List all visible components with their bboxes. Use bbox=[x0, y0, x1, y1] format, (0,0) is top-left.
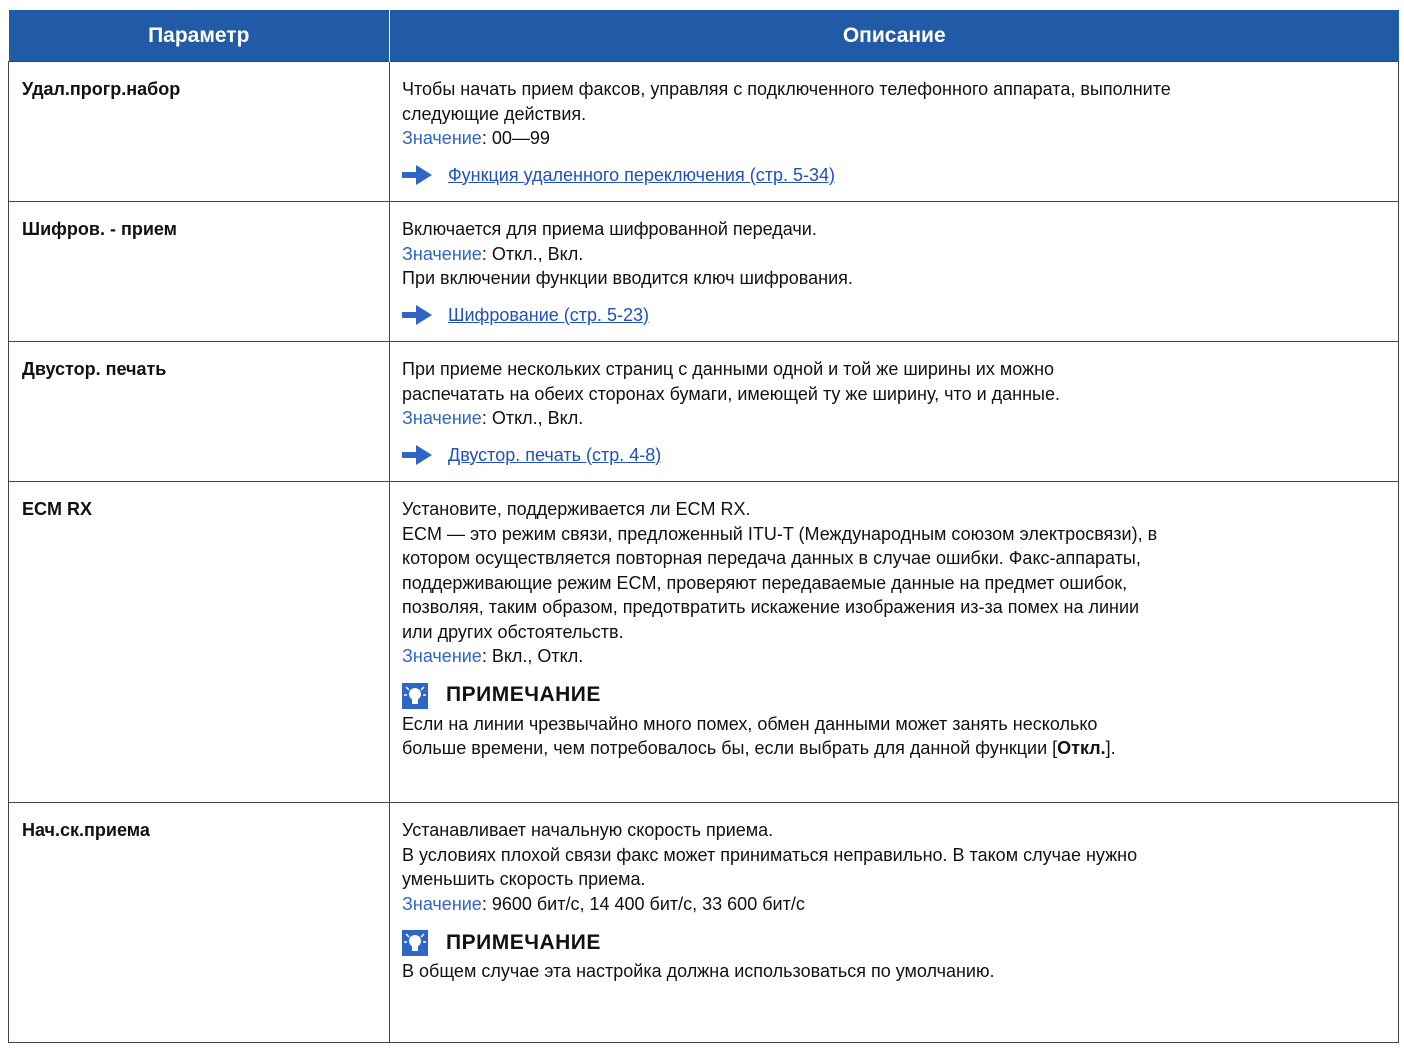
description-line: позволяя, таким образом, предотвратить и… bbox=[402, 597, 1140, 617]
description-line: Включается для приема шифрованной переда… bbox=[402, 219, 817, 239]
reference-link[interactable]: Двустор. печать (стр. 4-8) bbox=[448, 443, 661, 468]
header-description: Описание bbox=[389, 10, 1399, 62]
note-text: больше времени, чем потребовалось бы, ес… bbox=[402, 738, 1058, 758]
lightbulb-note-icon bbox=[402, 930, 428, 956]
description-line: котором осуществляется повторная передач… bbox=[402, 548, 1141, 568]
param-description: Устанавливает начальную скорость приема.… bbox=[389, 802, 1399, 1043]
value-line: Значение: Откл., Вкл. bbox=[402, 406, 1390, 431]
param-name: Шифров. - прием bbox=[8, 201, 390, 342]
description-line: Устанавливает начальную скорость приема. bbox=[402, 820, 774, 840]
value-label: Значение bbox=[402, 243, 482, 264]
value-label: Значение bbox=[402, 128, 482, 148]
value-text: : Вкл., Откл. bbox=[481, 646, 584, 666]
table-row: Двустор. печать При приеме нескольких ст… bbox=[8, 341, 1399, 482]
note-body: В общем случае эта настройка должна испо… bbox=[402, 959, 1390, 984]
note-line: Если на линии чрезвычайно много помех, о… bbox=[402, 713, 1098, 734]
header-parameter: Параметр bbox=[8, 10, 390, 62]
description-line: Установите, поддерживается ли ECM RX. bbox=[402, 499, 751, 519]
description-line: распечатать на обеих сторонах бумаги, им… bbox=[402, 383, 1060, 404]
arrow-right-icon bbox=[402, 164, 432, 185]
reference-link[interactable]: Шифрование (стр. 5-23) bbox=[448, 303, 649, 328]
reference-row: Функция удаленного переключения (стр. 5-… bbox=[402, 163, 1390, 188]
description-line: Чтобы начать прием факсов, управляя с по… bbox=[402, 79, 1171, 99]
note-bold-text: Откл. bbox=[1057, 738, 1106, 758]
value-label: Значение bbox=[402, 893, 482, 914]
arrow-right-icon bbox=[402, 304, 432, 325]
param-name: Удал.прогр.набор bbox=[8, 61, 390, 202]
value-line: Значение: 00—99 bbox=[402, 126, 1390, 151]
description-line: В условиях плохой связи факс может прини… bbox=[402, 844, 1138, 865]
description-line: следующие действия. bbox=[402, 103, 587, 124]
description-line: уменьшить скорость приема. bbox=[402, 869, 646, 889]
note-header: ПРИМЕЧАНИЕ bbox=[402, 930, 1390, 956]
table-row: Нач.ск.приема Устанавливает начальную ск… bbox=[8, 802, 1399, 1043]
note-line: В общем случае эта настройка должна испо… bbox=[402, 961, 995, 981]
settings-table-container: Параметр Описание Удал.прогр.набор Чтобы… bbox=[8, 10, 1399, 1043]
param-name: Двустор. печать bbox=[8, 341, 390, 482]
note-title: ПРИМЕЧАНИЕ bbox=[446, 683, 601, 707]
value-text: : 9600 бит/с, 14 400 бит/с, 33 600 бит/с bbox=[481, 893, 805, 914]
reference-row: Шифрование (стр. 5-23) bbox=[402, 303, 1390, 328]
description-line: ECM — это режим связи, предложенный ITU-… bbox=[402, 523, 1158, 544]
table-row: Шифров. - прием Включается для приема ши… bbox=[8, 201, 1399, 342]
description-line: или других обстоятельств. bbox=[402, 621, 624, 642]
lightbulb-note-icon bbox=[402, 682, 428, 709]
settings-table: Параметр Описание Удал.прогр.набор Чтобы… bbox=[8, 10, 1399, 1043]
value-text: : 00—99 bbox=[481, 128, 550, 148]
param-name: Нач.ск.приема bbox=[8, 802, 390, 1043]
note-header: ПРИМЕЧАНИЕ bbox=[402, 682, 1390, 709]
description-line: поддерживающие режим ECM, проверяют пере… bbox=[402, 572, 1128, 593]
reference-link[interactable]: Функция удаленного переключения (стр. 5-… bbox=[448, 163, 835, 188]
param-description: Установите, поддерживается ли ECM RX. EC… bbox=[389, 481, 1399, 803]
value-label: Значение bbox=[402, 408, 482, 428]
param-name: ECM RX bbox=[8, 481, 390, 803]
note-text: ]. bbox=[1105, 738, 1116, 758]
value-line: Значение: 9600 бит/с, 14 400 бит/с, 33 6… bbox=[402, 892, 1390, 917]
value-label: Значение bbox=[402, 646, 482, 666]
description-line: При приеме нескольких страниц с данными … bbox=[402, 359, 1055, 379]
reference-row: Двустор. печать (стр. 4-8) bbox=[402, 443, 1390, 468]
param-description: При приеме нескольких страниц с данными … bbox=[389, 341, 1399, 482]
param-description: Чтобы начать прием факсов, управляя с по… bbox=[389, 61, 1399, 202]
value-line: Значение: Вкл., Откл. bbox=[402, 644, 1390, 669]
param-description: Включается для приема шифрованной переда… bbox=[389, 201, 1399, 342]
value-line: Значение: Откл., Вкл. bbox=[402, 242, 1390, 267]
note-title: ПРИМЕЧАНИЕ bbox=[446, 930, 601, 954]
value-text: : Откл., Вкл. bbox=[481, 243, 584, 264]
table-row: ECM RX Установите, поддерживается ли ECM… bbox=[8, 481, 1399, 803]
value-text: : Откл., Вкл. bbox=[481, 408, 584, 428]
description-line: При включении функции вводится ключ шифр… bbox=[402, 268, 853, 288]
note-line: больше времени, чем потребовалось бы, ес… bbox=[402, 736, 1390, 761]
table-row: Удал.прогр.набор Чтобы начать прием факс… bbox=[8, 61, 1399, 202]
table-header-row: Параметр Описание bbox=[8, 10, 1399, 62]
arrow-right-icon bbox=[402, 444, 432, 465]
note-body: Если на линии чрезвычайно много помех, о… bbox=[402, 712, 1390, 761]
